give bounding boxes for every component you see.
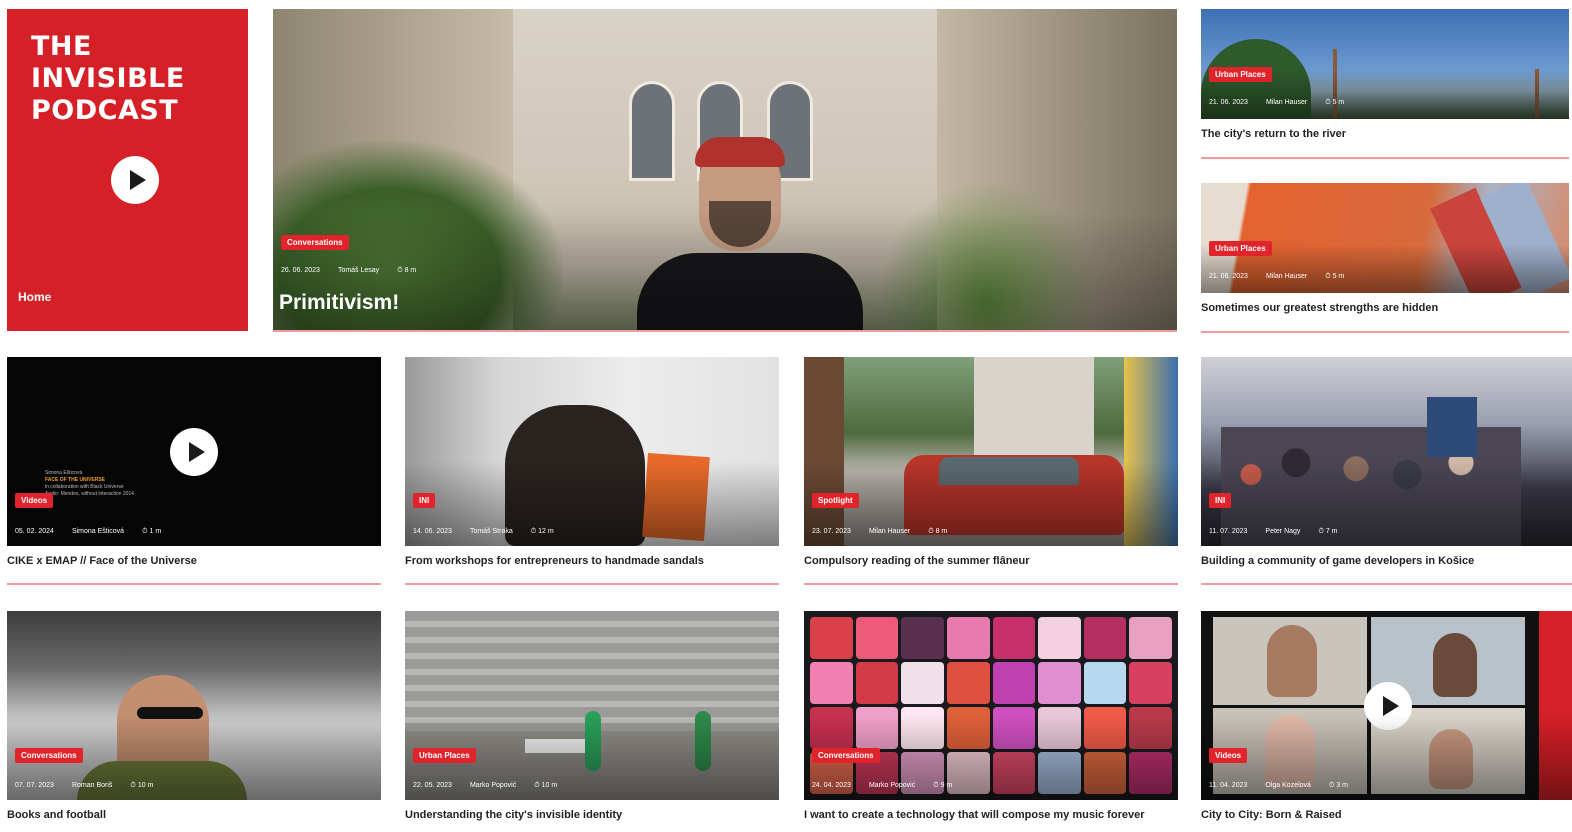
- article-author[interactable]: Tomáš Straka: [470, 528, 513, 536]
- article-meta: 21. 06. 2023 Milan Hauser ⏱ 5 m: [1209, 273, 1344, 281]
- article-image: Urban Places 22. 05. 2023 Marko Popović …: [405, 611, 779, 800]
- podcast-logo-line-3: PODCAST: [31, 95, 179, 126]
- article-date: 11. 04. 2023: [1209, 782, 1248, 789]
- article-title[interactable]: From workshops for entrepreneurs to hand…: [405, 555, 704, 567]
- category-tag[interactable]: Spotlight: [812, 493, 859, 508]
- category-tag[interactable]: Urban Places: [1209, 67, 1272, 82]
- article-divider: [1201, 583, 1572, 585]
- article-image: Spotlight 23. 07. 2023 Milan Hauser ⏱ 8 …: [804, 357, 1178, 546]
- article-date: 26. 06. 2023: [281, 267, 320, 274]
- article-meta: 26. 06. 2023 Tomáš Lesay ⏱ 8 m: [281, 267, 416, 275]
- play-icon[interactable]: [111, 156, 159, 204]
- article-meta: 14. 06. 2023 Tomáš Straka ⏱ 12 m: [413, 528, 554, 536]
- hero-title[interactable]: Primitivism!: [279, 291, 399, 315]
- article-author[interactable]: Roman Boriš: [72, 782, 112, 790]
- article-date: 23. 07. 2023: [812, 528, 851, 535]
- read-time: ⏱ 5 m: [1325, 99, 1345, 106]
- article-date: 24. 04. 2023: [812, 782, 851, 789]
- article-divider: [1201, 331, 1569, 333]
- category-tag[interactable]: Conversations: [281, 235, 349, 250]
- article-author[interactable]: Marko Popović: [470, 782, 516, 790]
- read-time: ⏱ 3 m: [1328, 782, 1349, 789]
- category-tag[interactable]: Conversations: [15, 748, 83, 763]
- play-icon[interactable]: [170, 428, 218, 476]
- article-divider: [7, 583, 381, 585]
- read-time: ⏱ 1 m: [142, 528, 162, 535]
- article-author[interactable]: Olga Kozelová: [1265, 782, 1311, 790]
- article-title[interactable]: CIKE x EMAP // Face of the Universe: [7, 555, 197, 567]
- article-meta: 24. 04. 2023 Marko Popović ⏱ 9 m: [812, 782, 952, 790]
- article-divider: [405, 583, 779, 585]
- video-credits: Simona Ešticová FACE OF THE UNIVERSE in …: [45, 470, 134, 497]
- article-author[interactable]: Milan Hauser: [1266, 99, 1307, 107]
- podcast-logo: THE INVISIBLE PODCAST: [31, 31, 185, 127]
- article-title[interactable]: I want to create a technology that will …: [804, 809, 1144, 822]
- article-author[interactable]: Peter Nagy: [1265, 528, 1300, 536]
- podcast-logo-line-2: INVISIBLE: [31, 63, 185, 94]
- read-time: ⏱ 8 m: [397, 267, 417, 274]
- article-image: Videos 11. 04. 2023 Olga Kozelová ⏱ 3 m: [1201, 611, 1572, 800]
- category-tag[interactable]: Urban Places: [413, 748, 476, 763]
- category-tag[interactable]: INI: [413, 493, 436, 508]
- article-divider: [804, 583, 1178, 585]
- category-tag[interactable]: Conversations: [812, 748, 880, 763]
- article-title[interactable]: The city's return to the river: [1201, 128, 1346, 140]
- article-author[interactable]: Milan Hauser: [1266, 273, 1307, 281]
- article-date: 21. 06. 2023: [1209, 273, 1248, 280]
- article-date: 14. 06. 2023: [413, 528, 452, 535]
- article-divider: [1201, 157, 1569, 159]
- article-image: INI 11. 07. 2023 Peter Nagy ⏱ 7 m: [1201, 357, 1572, 546]
- article-date: 05. 02. 2024: [15, 528, 54, 535]
- podcast-logo-line-1: THE: [31, 31, 92, 62]
- read-time: ⏱ 8 m: [928, 528, 948, 535]
- article-image: INI 14. 06. 2023 Tomáš Straka ⏱ 12 m: [405, 357, 779, 546]
- article-image: Conversations 24. 04. 2023 Marko Popović…: [804, 611, 1178, 800]
- article-title[interactable]: Books and football: [7, 809, 106, 821]
- read-time: ⏱ 7 m: [1318, 528, 1338, 535]
- article-title[interactable]: Building a community of game developers …: [1201, 555, 1474, 567]
- article-author[interactable]: Marko Popović: [869, 782, 915, 790]
- article-image: Urban Places 21. 06. 2023 Milan Hauser ⏱…: [1201, 9, 1569, 119]
- article-meta: 21. 06. 2023 Milan Hauser ⏱ 5 m: [1209, 99, 1344, 107]
- read-time: ⏱ 10 m: [534, 782, 558, 789]
- read-time: ⏱ 12 m: [530, 528, 554, 535]
- article-meta: 11. 07. 2023 Peter Nagy ⏱ 7 m: [1209, 528, 1338, 536]
- article-date: 07. 07. 2023: [15, 782, 54, 789]
- read-time: ⏱ 9 m: [933, 782, 953, 789]
- category-tag[interactable]: Videos: [15, 493, 54, 508]
- article-meta: 22. 05. 2023 Marko Popović ⏱ 10 m: [413, 782, 557, 790]
- hero-divider: [273, 330, 1177, 332]
- article-date: 21. 06. 2023: [1209, 99, 1248, 106]
- article-date: 22. 05. 2023: [413, 782, 452, 789]
- article-title[interactable]: City to City: Born & Raised: [1201, 809, 1342, 821]
- article-title[interactable]: Sometimes our greatest strengths are hid…: [1201, 302, 1438, 314]
- home-link[interactable]: Home: [18, 290, 51, 304]
- category-tag[interactable]: INI: [1209, 493, 1232, 508]
- article-author[interactable]: Tomáš Lesay: [338, 267, 379, 275]
- article-meta: 07. 07. 2023 Roman Boriš ⏱ 10 m: [15, 782, 153, 790]
- article-meta: 11. 04. 2023 Olga Kozelová ⏱ 3 m: [1209, 782, 1348, 790]
- read-time: ⏱ 5 m: [1325, 273, 1345, 280]
- article-title[interactable]: Compulsory reading of the summer flâneur: [804, 555, 1030, 567]
- article-image: Urban Places 21. 06. 2023 Milan Hauser ⏱…: [1201, 183, 1569, 293]
- category-tag[interactable]: Videos: [1209, 748, 1248, 763]
- article-meta: 05. 02. 2024 Simona Ešticová ⏱ 1 m: [15, 528, 161, 536]
- article-date: 11. 07. 2023: [1209, 528, 1248, 535]
- podcast-promo-tile[interactable]: THE INVISIBLE PODCAST Home: [7, 9, 248, 331]
- article-image: Conversations 07. 07. 2023 Roman Boriš ⏱…: [7, 611, 381, 800]
- read-time: ⏱ 10 m: [130, 782, 154, 789]
- article-title[interactable]: Understanding the city's invisible ident…: [405, 809, 622, 821]
- category-tag[interactable]: Urban Places: [1209, 241, 1272, 256]
- article-meta: 23. 07. 2023 Milan Hauser ⏱ 8 m: [812, 528, 947, 536]
- article-author[interactable]: Milan Hauser: [869, 528, 910, 536]
- hero-article[interactable]: Conversations 26. 06. 2023 Tomáš Lesay ⏱…: [273, 9, 1177, 331]
- article-author[interactable]: Simona Ešticová: [72, 528, 124, 536]
- article-image: Simona Ešticová FACE OF THE UNIVERSE in …: [7, 357, 381, 546]
